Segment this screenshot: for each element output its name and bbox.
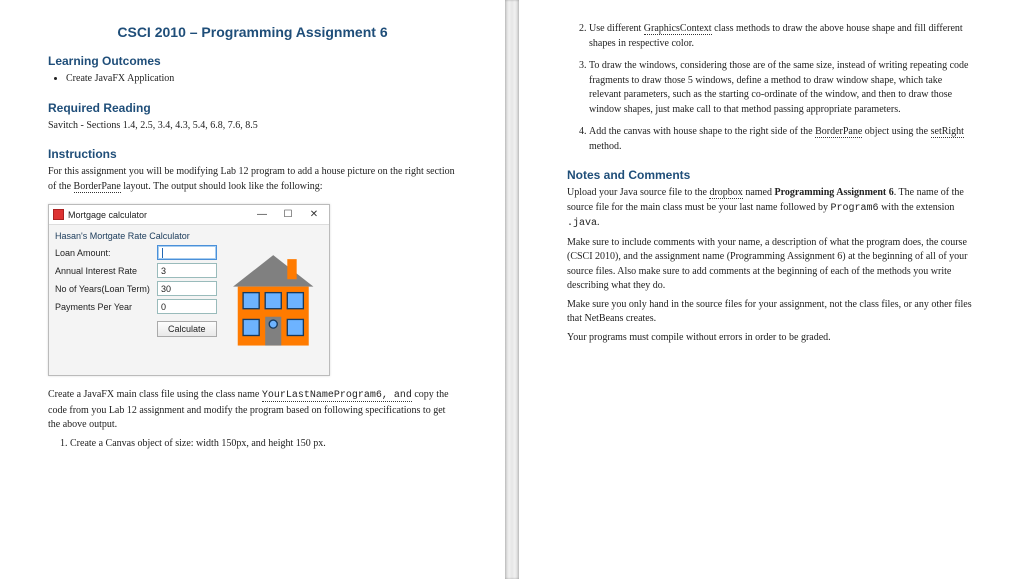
rate-label: Annual Interest Rate [55, 266, 157, 276]
txt: . [597, 217, 600, 228]
txt: Use different [589, 23, 644, 34]
outcomes-list: Create JavaFX Application [48, 72, 457, 87]
outcome-item: Create JavaFX Application [66, 72, 457, 87]
java-ext-ref: .java [567, 218, 597, 229]
mortgage-form: Hasan's Mortgate Rate Calculator Loan Am… [55, 231, 217, 369]
section-instructions: Instructions [48, 147, 457, 161]
borderpane-ref-2: BorderPane [815, 126, 862, 138]
txt: layout. The output should look like the … [121, 181, 323, 192]
step-4: Add the canvas with house shape to the r… [589, 125, 976, 154]
loan-label: Loan Amount: [55, 248, 157, 258]
steps-list-right: Use different GraphicsContext class meth… [567, 22, 976, 154]
txt: object using the [862, 126, 930, 137]
notes-p4: Your programs must compile without error… [567, 331, 976, 346]
rate-input[interactable]: 3 [157, 263, 217, 278]
notes-p2: Make sure to include comments with your … [567, 236, 976, 294]
loan-input[interactable] [157, 245, 217, 260]
steps-list-left: Create a Canvas object of size: width 15… [48, 437, 457, 452]
window-title: Mortgage calculator [68, 210, 249, 220]
setright-ref: setRight [931, 126, 964, 138]
window-titlebar: Mortgage calculator — ☐ ✕ [49, 205, 329, 225]
minimize-button[interactable]: — [249, 206, 275, 224]
below-app-text: Create a JavaFX main class file using th… [48, 388, 457, 433]
section-notes: Notes and Comments [567, 168, 976, 182]
program6-ref: Program6 [831, 203, 879, 214]
app-icon [53, 209, 64, 220]
calculate-button[interactable]: Calculate [157, 321, 217, 337]
borderpane-ref: BorderPane [74, 181, 121, 193]
text-cursor-icon [162, 248, 163, 258]
maximize-button[interactable]: ☐ [275, 206, 301, 224]
step-3: To draw the windows, considering those a… [589, 59, 976, 117]
payments-input[interactable]: 0 [157, 299, 217, 314]
txt: Create a JavaFX main class file using th… [48, 389, 262, 400]
notes-p1: Upload your Java source file to the drop… [567, 186, 976, 232]
txt: named [743, 187, 775, 198]
payments-label: Payments Per Year [55, 302, 157, 312]
mortgage-app-window: Mortgage calculator — ☐ ✕ Hasan's Mortga… [48, 204, 330, 376]
reading-text: Savitch - Sections 1.4, 2.5, 3.4, 4.3, 5… [48, 119, 457, 134]
step-2: Use different GraphicsContext class meth… [589, 22, 976, 51]
txt: method. [589, 141, 622, 152]
section-outcomes: Learning Outcomes [48, 54, 457, 68]
graphicscontext-ref: GraphicsContext [644, 23, 712, 35]
assignment-name-strong: Programming Assignment 6 [774, 187, 893, 198]
page-left: CSCI 2010 – Programming Assignment 6 Lea… [0, 0, 505, 579]
house-drawing [223, 231, 323, 369]
page-divider [505, 0, 519, 579]
txt: with the extension [879, 202, 955, 213]
years-label: No of Years(Loan Term) [55, 284, 157, 294]
dropbox-ref: dropbox [709, 187, 742, 199]
instructions-intro: For this assignment you will be modifyin… [48, 165, 457, 194]
section-reading: Required Reading [48, 101, 457, 115]
step-1: Create a Canvas object of size: width 15… [70, 437, 457, 452]
classname-ref: YourLastNameProgram6, and [262, 390, 412, 402]
txt: Add the canvas with house shape to the r… [589, 126, 815, 137]
form-title: Hasan's Mortgate Rate Calculator [55, 231, 217, 241]
txt: Upload your Java source file to the [567, 187, 709, 198]
years-input[interactable]: 30 [157, 281, 217, 296]
page-right: Use different GraphicsContext class meth… [519, 0, 1024, 579]
doc-title: CSCI 2010 – Programming Assignment 6 [48, 24, 457, 40]
notes-p3: Make sure you only hand in the source fi… [567, 298, 976, 327]
close-button[interactable]: ✕ [301, 206, 327, 224]
